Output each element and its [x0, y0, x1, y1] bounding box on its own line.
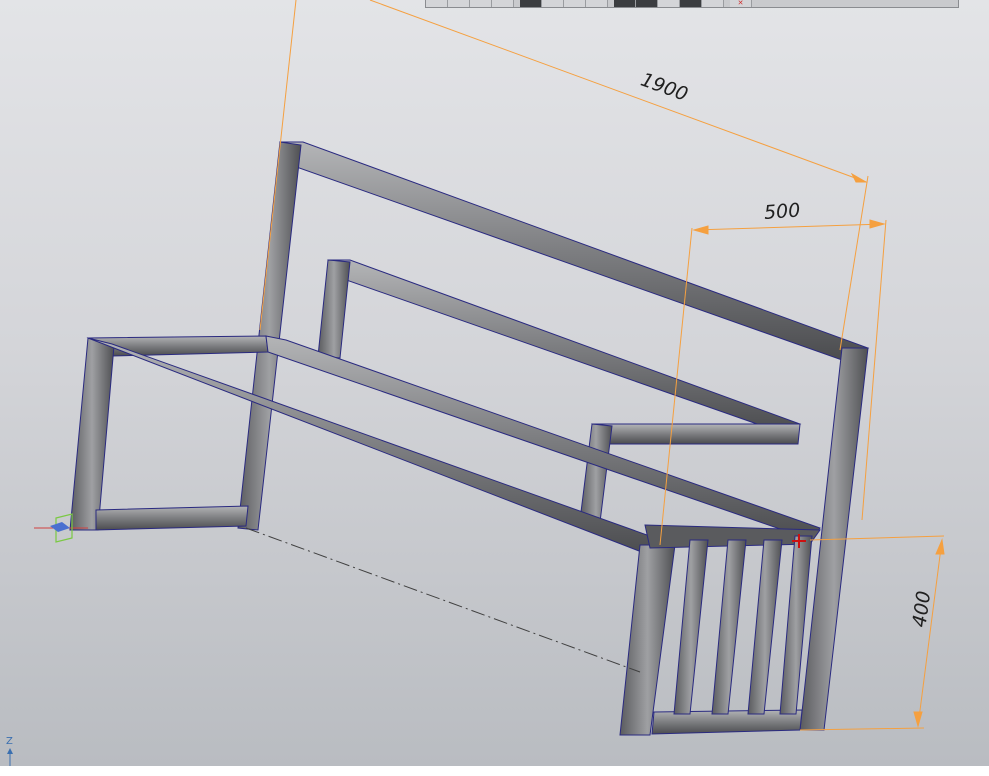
toolbar-icon[interactable] [542, 0, 564, 7]
toolbar-icon[interactable] [492, 0, 514, 7]
toolbar-icon[interactable] [470, 0, 492, 7]
axis-arrow-icon [7, 748, 13, 766]
dimension-1900-label: 1900 [638, 69, 691, 106]
toolbar-icon[interactable] [586, 0, 608, 7]
toolbar-icon[interactable] [448, 0, 470, 7]
toolbar-icon[interactable] [658, 0, 680, 7]
toolbar-icon[interactable] [564, 0, 586, 7]
toolbar-icon[interactable] [636, 0, 658, 7]
toolbar-icon[interactable] [426, 0, 448, 7]
axis-indicator: Z [2, 736, 18, 766]
model-scene[interactable]: 1900 500 400 [0, 0, 989, 766]
3d-viewport[interactable]: 1900 500 400 ✕ Z [0, 0, 989, 766]
construction-line [245, 527, 641, 673]
toolbar-icon[interactable] [614, 0, 636, 7]
close-icon[interactable]: ✕ [730, 0, 752, 7]
view-toolbar: ✕ [425, 0, 959, 8]
toolbar-icon[interactable] [680, 0, 702, 7]
dimension-500-label: 500 [763, 199, 801, 223]
toolbar-icon[interactable] [520, 0, 542, 7]
toolbar-icon[interactable] [702, 0, 724, 7]
